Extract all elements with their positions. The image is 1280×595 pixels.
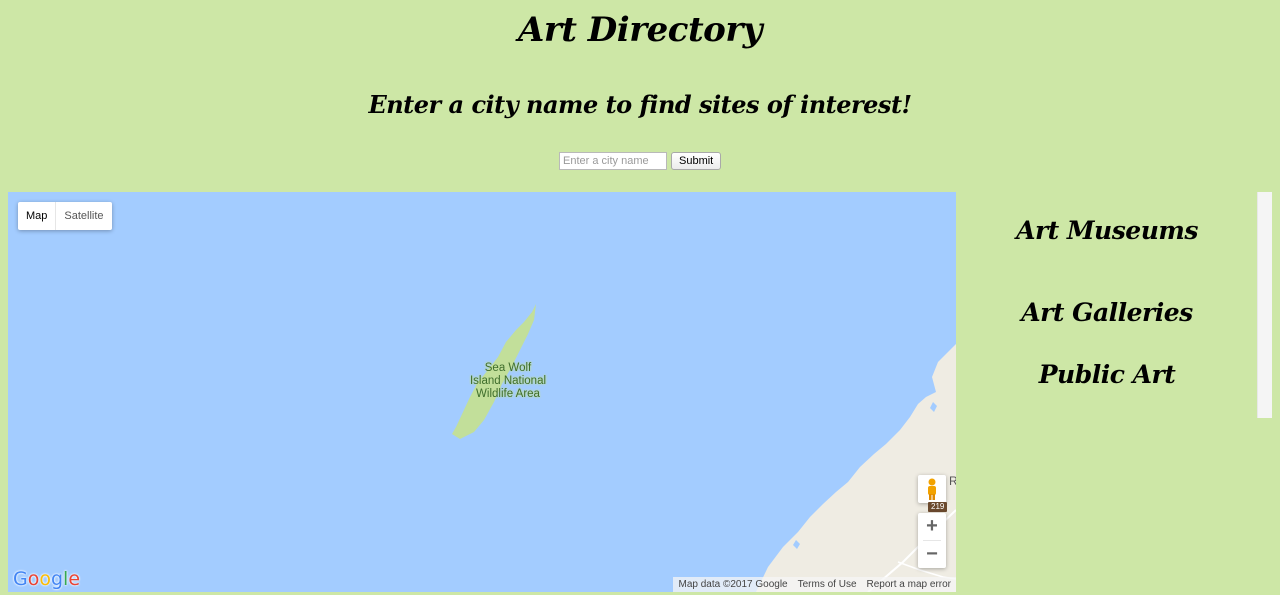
submit-button[interactable]: Submit xyxy=(671,152,722,170)
page-title: Art Directory xyxy=(517,10,763,50)
terms-of-use-link[interactable]: Terms of Use xyxy=(793,577,862,592)
zoom-out-button[interactable]: − xyxy=(918,541,946,568)
map-type-satellite-button[interactable]: Satellite xyxy=(56,202,111,230)
place-label: R xyxy=(949,474,956,488)
city-search-form: Submit xyxy=(559,152,722,170)
art-museums-heading[interactable]: Art Museums xyxy=(958,216,1256,245)
map-type-map-button[interactable]: Map xyxy=(18,202,57,230)
public-art-heading[interactable]: Public Art xyxy=(958,360,1256,389)
sidebar-scrollbar[interactable] xyxy=(1257,192,1272,418)
pegman-button[interactable] xyxy=(918,475,946,503)
map-type-control: Map Satellite xyxy=(18,202,112,230)
map-data-attribution: Map data ©2017 Google xyxy=(678,579,788,590)
pegman-icon xyxy=(928,478,936,500)
page-subtitle: Enter a city name to find sites of inter… xyxy=(368,90,912,119)
map-footer: Map data ©2017 Google Terms of Use Repor… xyxy=(673,577,956,592)
city-search-input[interactable] xyxy=(559,152,667,170)
island-label-line: Wildlife Area xyxy=(476,388,540,400)
report-map-error-link[interactable]: Report a map error xyxy=(862,577,956,592)
zoom-control: + − xyxy=(918,513,946,568)
island-label: Sea Wolf Island National Wildlife Area xyxy=(453,362,563,401)
art-galleries-heading[interactable]: Art Galleries xyxy=(958,298,1256,327)
island-label-line: Sea Wolf xyxy=(484,362,532,374)
google-map[interactable]: Map Satellite Sea Wolf Island National W… xyxy=(8,192,956,592)
island-label-line: Island National xyxy=(469,375,547,387)
google-logo[interactable]: Google xyxy=(13,568,80,590)
zoom-in-button[interactable]: + xyxy=(918,513,946,540)
road-shield: 219 xyxy=(928,502,948,512)
